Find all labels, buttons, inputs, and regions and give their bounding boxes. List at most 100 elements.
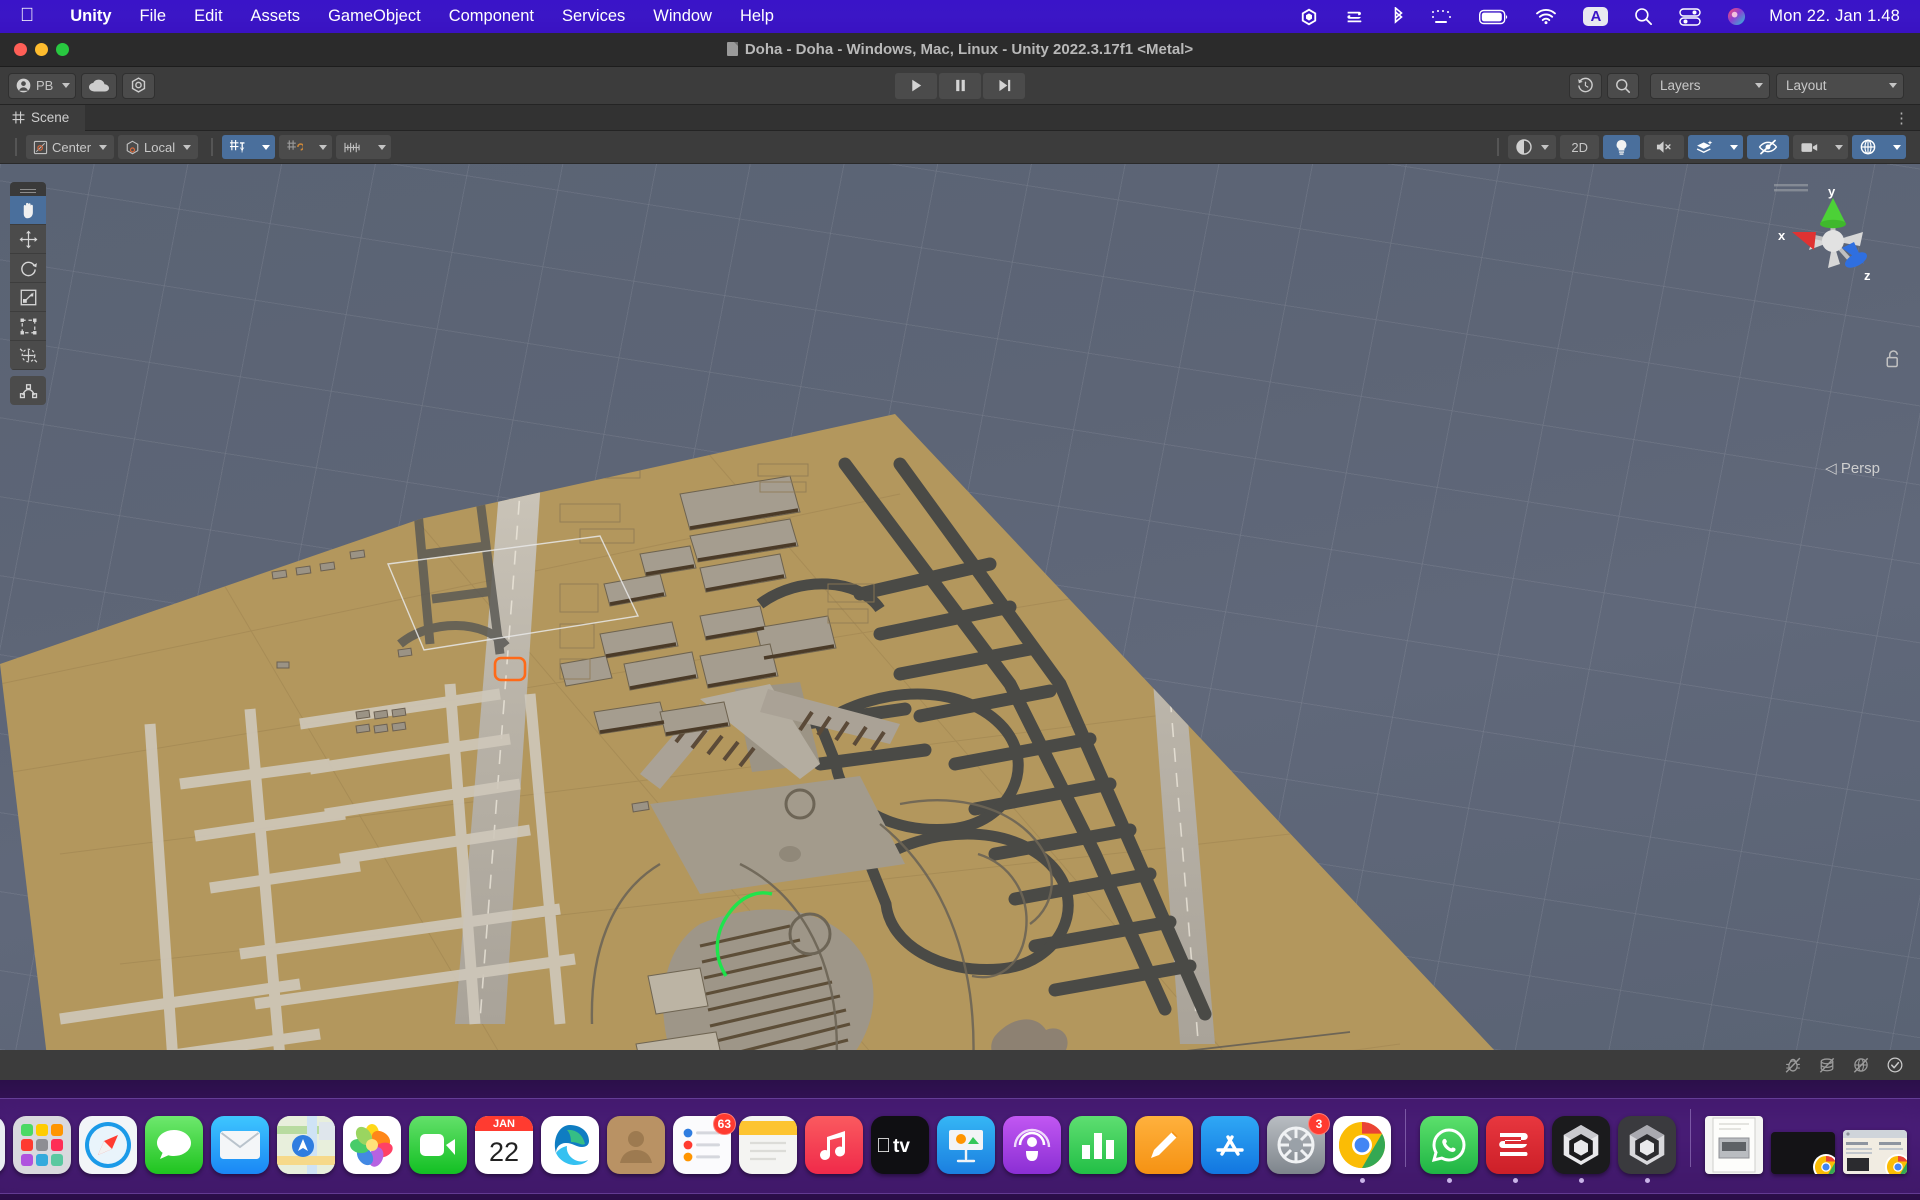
menu-item-window[interactable]: Window <box>639 7 726 26</box>
custom-editor-tool[interactable] <box>10 376 46 405</box>
history-button[interactable] <box>1569 72 1602 99</box>
search-icon[interactable] <box>1621 7 1666 26</box>
zoom-button[interactable] <box>56 43 69 56</box>
effects-toggle[interactable] <box>1688 135 1721 159</box>
dock-item-whatsapp[interactable] <box>1418 1116 1480 1183</box>
pivot-mode-dropdown[interactable]: Center <box>26 135 115 159</box>
panel-options-icon[interactable]: ⋮ <box>1894 109 1910 127</box>
dock-item-maps[interactable] <box>275 1116 337 1183</box>
dock-item-music[interactable] <box>803 1116 865 1183</box>
dock-item-appletv[interactable]: tv <box>869 1116 931 1183</box>
tab-scene[interactable]: Scene <box>0 104 86 131</box>
menu-item-gameobject[interactable]: GameObject <box>314 7 435 26</box>
transform-tool[interactable] <box>10 341 46 370</box>
dock-item-reminders[interactable]: 63 <box>671 1113 736 1183</box>
close-button[interactable] <box>14 43 27 56</box>
grid-snapping-dropdown[interactable] <box>253 135 276 159</box>
menu-item-edit[interactable]: Edit <box>180 7 236 26</box>
dock-item-trash[interactable] <box>1913 1116 1920 1183</box>
dock-item-contacts[interactable] <box>605 1116 667 1183</box>
screen-mirroring-icon[interactable] <box>1418 9 1466 25</box>
unity-menu-icon[interactable] <box>1286 7 1332 27</box>
layout-dropdown[interactable]: Layout <box>1776 72 1904 99</box>
handle-rotation-dropdown[interactable]: Local <box>118 135 199 159</box>
dock-item-facetime[interactable] <box>407 1116 469 1183</box>
hidden-objects-toggle[interactable] <box>1747 135 1789 159</box>
menu-item-component[interactable]: Component <box>435 7 548 26</box>
play-button[interactable] <box>895 72 937 99</box>
dock-item-keynote[interactable] <box>935 1116 997 1183</box>
menu-item-help[interactable]: Help <box>726 7 788 26</box>
move-tool[interactable] <box>10 225 46 254</box>
scene-camera-button[interactable] <box>1793 135 1826 159</box>
scale-tool[interactable] <box>10 283 46 312</box>
grid-snapping-toggle[interactable]: Y <box>222 135 254 159</box>
dock-item-chrome[interactable] <box>1331 1116 1393 1183</box>
menu-item-file[interactable]: File <box>126 7 181 26</box>
cloud-button[interactable] <box>81 72 118 99</box>
unity-services-button[interactable] <box>122 72 156 99</box>
increment-snapping-dropdown[interactable] <box>310 135 333 159</box>
dock-item-expressvpn[interactable] <box>1484 1116 1546 1183</box>
rect-tool[interactable] <box>10 312 46 341</box>
palette-drag-handle[interactable] <box>10 182 46 196</box>
gizmo-projection-label[interactable]: ◁ Persp <box>1825 459 1880 477</box>
input-method-badge[interactable]: A <box>1570 7 1621 26</box>
scene-lighting-toggle[interactable] <box>1603 135 1640 159</box>
menu-bar-clock[interactable]: Mon 22. Jan 1.48 <box>1759 7 1920 26</box>
dock-item-appstore[interactable] <box>1199 1116 1261 1183</box>
control-center-icon[interactable] <box>1666 7 1714 26</box>
dock-item-edge[interactable] <box>539 1116 601 1183</box>
dock-item-photos[interactable] <box>341 1116 403 1183</box>
scene-camera-dropdown[interactable] <box>1826 135 1848 159</box>
dock-item-messages[interactable] <box>143 1116 205 1183</box>
2d-toggle[interactable]: 2D <box>1560 135 1599 159</box>
dock-item-notes[interactable] <box>737 1116 799 1183</box>
scene-viewport[interactable]: x y z ◁ Persp <box>0 164 1920 1050</box>
scene-audio-toggle[interactable] <box>1644 135 1684 159</box>
debug-disabled-icon[interactable] <box>1778 1053 1808 1077</box>
dock-item-podcasts[interactable] <box>1001 1116 1063 1183</box>
pause-button[interactable] <box>939 72 981 99</box>
gizmos-toggle[interactable] <box>1852 135 1884 159</box>
menu-item-services[interactable]: Services <box>548 7 639 26</box>
siri-icon[interactable] <box>1714 7 1759 26</box>
dock-item-freeform[interactable] <box>1133 1116 1195 1183</box>
grid-visibility-toggle[interactable] <box>336 135 370 159</box>
dock-item-calendar[interactable]: JAN 22 <box>473 1116 535 1183</box>
dock-item-unity-hub[interactable] <box>1550 1116 1612 1183</box>
collapse-disabled-icon[interactable] <box>1812 1053 1842 1077</box>
effects-dropdown[interactable] <box>1721 135 1743 159</box>
toolbar-search-button[interactable] <box>1607 72 1639 99</box>
dock-item-system-settings[interactable]: 3 <box>1265 1113 1330 1183</box>
apple-logo-icon[interactable]:  <box>20 6 34 25</box>
minimize-button[interactable] <box>35 43 48 56</box>
dock-item-launchpad[interactable] <box>11 1116 73 1183</box>
dock-item-minimized-window-dark[interactable] <box>1769 1132 1837 1183</box>
ready-check-icon[interactable] <box>1880 1053 1910 1077</box>
expressvpn-icon[interactable] <box>1332 8 1379 26</box>
dock-item-downloads-stack[interactable] <box>1703 1116 1765 1183</box>
shading-mode-dropdown[interactable] <box>1508 135 1557 159</box>
battery-icon[interactable] <box>1466 9 1522 25</box>
dock-item-safari[interactable] <box>77 1116 139 1183</box>
step-button[interactable] <box>983 72 1025 99</box>
layers-dropdown[interactable]: Layers <box>1650 72 1770 99</box>
menu-item-unity[interactable]: Unity <box>56 7 125 26</box>
dock-item-finder[interactable] <box>0 1116 7 1183</box>
rotate-tool[interactable] <box>10 254 46 283</box>
scene-view-gizmo[interactable]: x y z <box>1768 176 1898 306</box>
bluetooth-icon[interactable] <box>1379 6 1418 27</box>
grid-visibility-dropdown[interactable] <box>369 135 392 159</box>
dock-item-mail[interactable] <box>209 1116 271 1183</box>
wifi-icon[interactable] <box>1522 8 1570 25</box>
hand-tool[interactable] <box>10 196 46 225</box>
unlock-icon[interactable] <box>1885 349 1902 374</box>
gizmos-dropdown[interactable] <box>1884 135 1906 159</box>
dock-item-minimized-window-light[interactable] <box>1841 1130 1909 1183</box>
increment-snapping-toggle[interactable] <box>279 135 311 159</box>
preview-disabled-icon[interactable] <box>1846 1053 1876 1077</box>
dock-item-unity-editor[interactable] <box>1616 1116 1678 1183</box>
account-dropdown[interactable]: PB <box>8 72 77 99</box>
dock-item-numbers[interactable] <box>1067 1116 1129 1183</box>
